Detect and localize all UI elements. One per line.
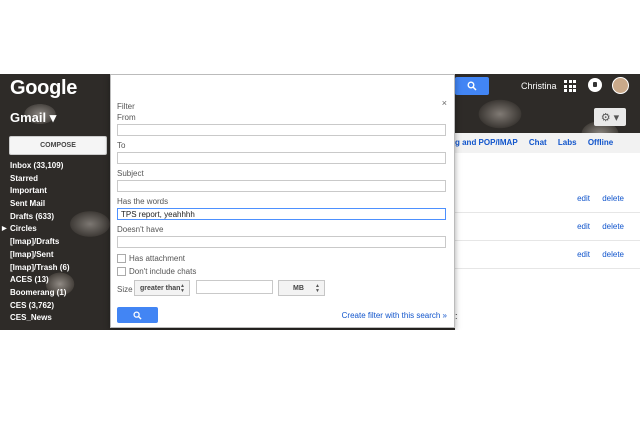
- sidebar-item-imap-trash[interactable]: [Imap]/Trash (6): [10, 262, 110, 275]
- filter-row: edit delete: [455, 241, 640, 269]
- select-arrows-icon: ▲ ▼: [180, 283, 185, 294]
- to-field[interactable]: [117, 152, 446, 164]
- settings-panel: edit delete edit delete edit delete: [455, 133, 640, 330]
- sidebar: Inbox (33,109) Starred Important Sent Ma…: [2, 160, 110, 325]
- doesnt-have-field[interactable]: [117, 236, 446, 248]
- tab-chat[interactable]: Chat: [529, 138, 547, 147]
- apps-grid-icon[interactable]: [564, 80, 576, 92]
- sidebar-item-circles[interactable]: ▶ Circles: [2, 223, 110, 236]
- settings-button[interactable]: ⚙ ▾: [594, 108, 626, 126]
- size-unit-value: MB: [293, 284, 304, 292]
- close-icon[interactable]: ×: [442, 98, 447, 108]
- has-attachment-checkbox[interactable]: [117, 254, 126, 263]
- size-value-field[interactable]: [196, 280, 273, 294]
- search-icon: [467, 81, 477, 91]
- account-name[interactable]: Christina: [521, 81, 557, 91]
- edit-link[interactable]: edit: [577, 194, 590, 203]
- gmail-menu[interactable]: Gmail ▾: [10, 110, 56, 126]
- sidebar-item-ces[interactable]: CES (3,762): [10, 300, 110, 313]
- sidebar-item-aces[interactable]: ACES (13): [10, 274, 110, 287]
- filter-row: edit delete: [455, 213, 640, 241]
- has-words-label: Has the words: [117, 197, 169, 206]
- no-chats-option[interactable]: Don't include chats: [117, 267, 196, 276]
- sidebar-item-imap-sent[interactable]: [Imap]/Sent: [10, 249, 110, 262]
- edit-link[interactable]: edit: [577, 250, 590, 259]
- settings-tabs: g and POP/IMAP Chat Labs Offline: [455, 138, 622, 147]
- sidebar-item-ces-news[interactable]: CES_News: [10, 312, 110, 325]
- no-chats-label: Don't include chats: [129, 267, 197, 276]
- search-button[interactable]: [455, 77, 489, 95]
- tab-labs[interactable]: Labs: [558, 138, 577, 147]
- subject-field[interactable]: [117, 180, 446, 192]
- compose-button[interactable]: COMPOSE: [9, 136, 107, 155]
- to-label: To: [117, 141, 126, 150]
- has-attachment-label: Has attachment: [129, 254, 186, 263]
- settings-text-fragment: :: [455, 311, 458, 321]
- filter-search-button[interactable]: [117, 307, 158, 323]
- sidebar-item-boomerang[interactable]: Boomerang (1): [10, 287, 110, 300]
- gear-icon: ⚙ ▾: [600, 111, 620, 124]
- sidebar-item-inbox[interactable]: Inbox (33,109): [10, 160, 110, 173]
- has-words-field[interactable]: TPS report, yeahhhh: [117, 208, 446, 220]
- subject-label: Subject: [117, 169, 144, 178]
- select-arrows-icon: ▲ ▼: [315, 283, 320, 294]
- sidebar-item-starred[interactable]: Starred: [10, 173, 110, 186]
- search-icon: [133, 310, 142, 320]
- sidebar-item-sent-mail[interactable]: Sent Mail: [10, 198, 110, 211]
- from-field[interactable]: [117, 124, 446, 136]
- delete-link[interactable]: delete: [602, 250, 624, 259]
- expand-caret-icon[interactable]: ▶: [2, 223, 7, 236]
- delete-link[interactable]: delete: [602, 194, 624, 203]
- from-label: From: [117, 113, 136, 122]
- filter-row: edit delete: [455, 185, 640, 213]
- gmail-screenshot: Google Christina Gmail ▾ ⚙ ▾ COMPOSE Inb…: [0, 74, 640, 330]
- size-unit-select[interactable]: MB ▲ ▼: [278, 280, 325, 296]
- avatar[interactable]: [612, 77, 629, 94]
- no-chats-checkbox[interactable]: [117, 267, 126, 276]
- google-logo[interactable]: Google: [10, 77, 77, 100]
- size-operator-select[interactable]: greater than ▲ ▼: [134, 280, 190, 296]
- sidebar-item-important[interactable]: Important: [10, 185, 110, 198]
- sidebar-item-label: Circles: [10, 224, 37, 234]
- create-filter-link[interactable]: Create filter with this search »: [342, 311, 447, 320]
- size-label: Size: [117, 285, 133, 294]
- delete-link[interactable]: delete: [602, 222, 624, 231]
- sidebar-item-drafts[interactable]: Drafts (633): [10, 211, 110, 224]
- tab-offline[interactable]: Offline: [588, 138, 613, 147]
- dialog-title: Filter: [117, 102, 135, 111]
- has-attachment-option[interactable]: Has attachment: [117, 254, 185, 263]
- doesnt-have-label: Doesn't have: [117, 225, 164, 234]
- size-operator-value: greater than: [140, 284, 181, 292]
- edit-link[interactable]: edit: [577, 222, 590, 231]
- notifications-icon[interactable]: [588, 78, 602, 92]
- tab-forwarding-pop-imap[interactable]: g and POP/IMAP: [455, 138, 518, 147]
- filter-dialog: Filter × From To Subject Has the words T…: [110, 74, 455, 328]
- sidebar-item-imap-drafts[interactable]: [Imap]/Drafts: [10, 236, 110, 249]
